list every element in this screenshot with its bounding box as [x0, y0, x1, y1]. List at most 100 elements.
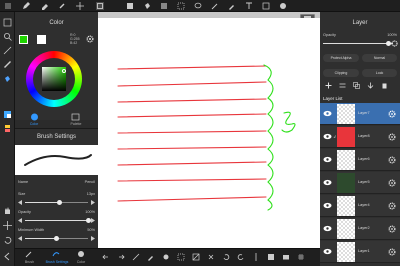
visibility-eye-icon[interactable] [323, 133, 332, 140]
clipping-button[interactable]: Clipping [323, 69, 359, 77]
color-tab[interactable]: Color [19, 122, 49, 126]
layer-name: Layer4 [358, 203, 370, 207]
layer-opacity-value: 100% [387, 33, 397, 37]
text-tool-icon[interactable] [245, 2, 253, 10]
brush-tab-icon[interactable] [25, 250, 33, 258]
hand-bottom-icon[interactable] [162, 253, 170, 261]
eyedropper-bottom-icon[interactable] [147, 253, 155, 261]
layer-row[interactable]: Layer4 [320, 195, 400, 217]
visibility-eye-icon[interactable] [323, 156, 332, 163]
pencil-tool-icon[interactable] [22, 2, 30, 10]
size-increase-icon[interactable] [90, 200, 95, 205]
visibility-eye-icon[interactable] [323, 110, 332, 117]
merge-layer-icon[interactable] [367, 82, 374, 89]
visibility-eye-icon[interactable] [323, 179, 332, 186]
frame-divider-icon[interactable] [262, 2, 270, 10]
layer-settings-gear-icon[interactable] [388, 225, 396, 233]
layer-settings-gear-icon[interactable] [388, 248, 396, 256]
move-canvas-icon[interactable] [3, 221, 12, 230]
fill-icon[interactable] [3, 74, 12, 83]
visibility-eye-icon[interactable] [323, 225, 332, 232]
visibility-eye-icon[interactable] [323, 202, 332, 209]
primary-color-swatch[interactable] [19, 35, 28, 44]
layer-settings-gear-icon[interactable] [388, 110, 396, 118]
hand-icon[interactable] [3, 206, 12, 215]
transform-icon[interactable] [132, 253, 140, 261]
duplicate-layer-icon[interactable] [353, 82, 360, 89]
opacity-decrease-icon[interactable] [18, 218, 23, 223]
layer-row[interactable]: ↲ Layer8 [320, 126, 400, 148]
back-icon[interactable] [3, 252, 12, 261]
blend-mode-select[interactable]: Normal [362, 54, 397, 62]
eraser-tool-icon[interactable] [40, 2, 48, 10]
navigator-icon[interactable] [3, 18, 12, 27]
camera-icon[interactable] [282, 253, 290, 261]
undo-icon[interactable] [102, 253, 110, 261]
color-picker-cursor[interactable] [62, 69, 66, 73]
secondary-color-swatch[interactable] [37, 35, 46, 44]
size-slider[interactable] [18, 200, 95, 205]
select-tool-icon[interactable] [177, 2, 185, 10]
layer-row[interactable]: Layer2 [320, 218, 400, 240]
redo-icon[interactable] [117, 253, 125, 261]
rotate-icon[interactable] [3, 236, 12, 245]
deselect-icon[interactable] [192, 253, 200, 261]
magnifier-icon[interactable] [3, 32, 12, 41]
menu-icon[interactable] [4, 2, 12, 10]
gradient-tool-icon[interactable] [160, 2, 168, 10]
layer-settings-gear-icon[interactable] [388, 202, 396, 210]
delete-layer-icon[interactable] [381, 82, 388, 89]
eyedropper-icon[interactable] [228, 2, 236, 10]
layer-settings-gear-icon[interactable] [388, 133, 396, 141]
drawing-canvas[interactable] [98, 18, 320, 248]
rotate-right-icon[interactable] [237, 253, 245, 261]
ruler-icon[interactable] [3, 60, 12, 69]
lock-button[interactable]: Lock [362, 69, 397, 77]
fill-tool-icon[interactable] [143, 2, 151, 10]
layer-row[interactable]: Layer7 [320, 103, 400, 125]
rotate-left-icon[interactable] [222, 253, 230, 261]
palette-tab[interactable]: Palette [61, 122, 91, 126]
transform-tool-icon[interactable] [96, 2, 104, 10]
color-swatch-icon[interactable] [3, 110, 12, 119]
min-width-decrease-icon[interactable] [18, 236, 23, 241]
shape-tool-icon[interactable] [126, 2, 134, 10]
hand-tool-icon[interactable] [279, 2, 287, 10]
save-icon[interactable] [267, 253, 275, 261]
color-tab-icon[interactable] [77, 250, 85, 258]
visibility-eye-icon[interactable] [323, 248, 332, 255]
lasso-tool-icon[interactable] [194, 2, 202, 10]
brush-settings-tab-icon[interactable] [52, 250, 60, 258]
min-width-slider[interactable] [18, 236, 95, 241]
layer-row[interactable]: Layer6 [320, 149, 400, 171]
brush-settings-tab[interactable]: Brush Settings [42, 260, 72, 264]
color-wheel-tab-icon[interactable] [30, 113, 39, 121]
layer-menu-icon[interactable] [339, 82, 346, 89]
palette-tab-icon[interactable] [71, 113, 80, 121]
clear-icon[interactable] [207, 253, 215, 261]
layer-settings-gear-icon[interactable] [388, 179, 396, 187]
select-bottom-icon[interactable] [177, 253, 185, 261]
color-settings-gear-icon[interactable] [86, 35, 94, 43]
layer-opacity-slider[interactable] [323, 41, 393, 46]
color-bottom-tab[interactable]: Color [70, 260, 92, 264]
move-tool-icon[interactable] [76, 2, 84, 10]
layer-opacity-settings-icon[interactable] [391, 40, 398, 47]
layer-row[interactable]: Layer1 [320, 241, 400, 263]
add-layer-icon[interactable] [325, 82, 332, 89]
flip-icon[interactable] [252, 253, 260, 261]
magic-wand-icon[interactable] [211, 2, 219, 10]
layer-toggle-icon[interactable] [3, 124, 12, 133]
opacity-slider[interactable] [18, 218, 95, 223]
layer-settings-gear-icon[interactable] [388, 156, 396, 164]
smudge-tool-icon[interactable] [58, 2, 66, 10]
layer-row[interactable]: Layer5 [320, 172, 400, 194]
size-decrease-icon[interactable] [18, 200, 23, 205]
protect-alpha-button[interactable]: Protect Alpha [323, 54, 359, 62]
brush-name-value[interactable]: Pencil [85, 180, 95, 184]
brush-tab[interactable]: Brush [17, 260, 42, 264]
min-width-increase-icon[interactable] [90, 236, 95, 241]
grid-icon[interactable] [297, 253, 305, 261]
opacity-increase-icon[interactable] [90, 218, 95, 223]
snap-icon[interactable] [3, 46, 12, 55]
